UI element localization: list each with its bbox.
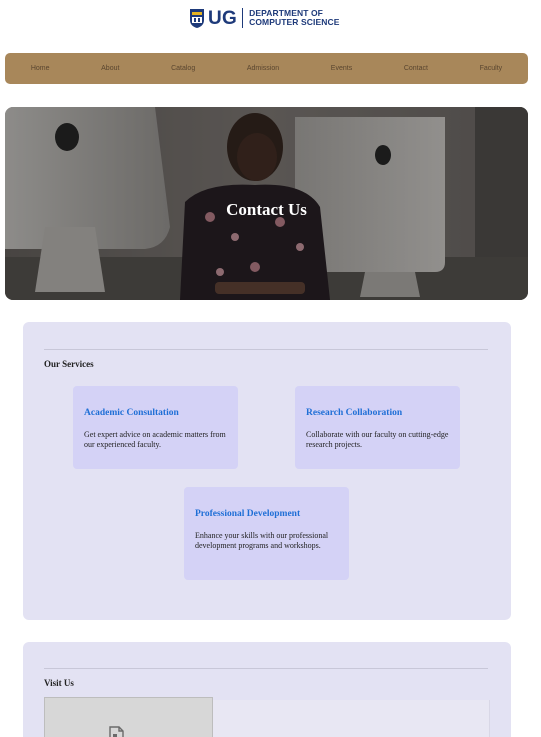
site-logo[interactable]: UG DEPARTMENT OF COMPUTER SCIENCE [189,6,340,30]
map-embed[interactable] [44,697,213,737]
visit-section: Visit Us [23,642,511,737]
service-card-text: Collaborate with our faculty on cutting-… [306,430,449,449]
logo-divider [242,8,244,28]
department-line-2: COMPUTER SCIENCE [249,17,340,27]
university-crest-icon [190,8,204,28]
nav-faculty[interactable]: Faculty [480,65,503,72]
logo-ug-text: UG [208,7,238,29]
map-frame-area [213,700,490,737]
service-card-text: Enhance your skills with our professiona… [195,531,329,550]
nav-catalog[interactable]: Catalog [171,65,195,72]
nav-home[interactable]: Home [31,65,50,72]
nav-events[interactable]: Events [331,65,352,72]
service-card-professional-development[interactable]: Professional Development Enhance your sk… [184,487,349,580]
page-title: Contact Us [226,200,307,219]
service-card-research-collaboration[interactable]: Research Collaboration Collaborate with … [295,386,460,469]
nav-contact[interactable]: Contact [404,65,428,72]
section-divider [44,349,488,350]
service-card-academic-consultation[interactable]: Academic Consultation Get expert advice … [73,386,238,469]
services-title: Our Services [44,359,94,369]
service-card-title: Research Collaboration [306,408,403,418]
service-card-title: Professional Development [195,509,301,519]
service-card-text: Get expert advice on academic matters fr… [84,430,226,449]
nav-about[interactable]: About [101,65,119,72]
section-divider [44,668,488,669]
services-section: Our Services Academic Consultation Get e… [23,322,511,620]
visit-title: Visit Us [44,678,74,688]
department-name: DEPARTMENT OF COMPUTER SCIENCE [249,8,340,28]
nav-admission[interactable]: Admission [247,65,279,72]
broken-image-icon [109,726,124,737]
hero-banner: Contact Us [5,107,528,300]
service-card-title: Academic Consultation [84,408,179,418]
main-nav: Home About Catalog Admission Events Cont… [5,53,528,84]
